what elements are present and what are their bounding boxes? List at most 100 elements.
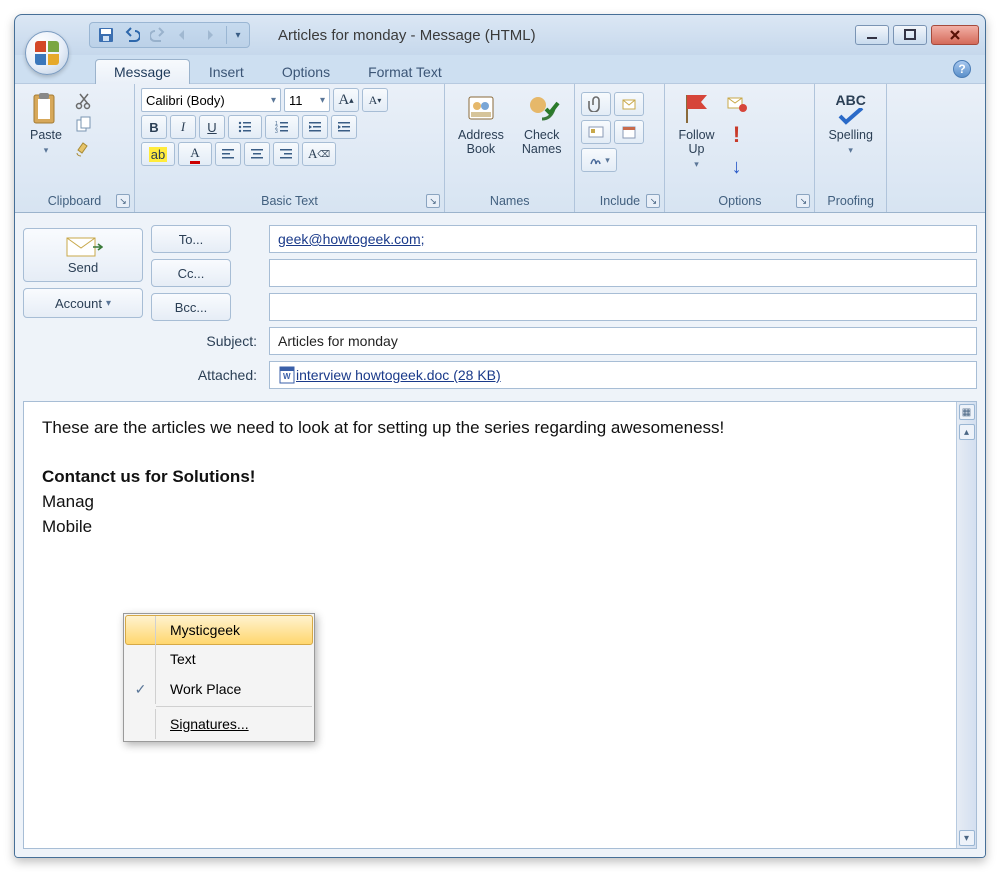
font-color-button[interactable]: A bbox=[178, 142, 212, 166]
signature-icon[interactable]: ▾ bbox=[581, 148, 617, 172]
next-icon[interactable] bbox=[198, 24, 222, 46]
envelope-icon bbox=[63, 236, 103, 258]
qat-customize-icon[interactable]: ▾ bbox=[231, 24, 245, 46]
shrink-font-icon[interactable]: A▾ bbox=[362, 88, 388, 112]
svg-text:3: 3 bbox=[275, 129, 278, 135]
cc-field[interactable] bbox=[269, 259, 977, 287]
spelling-label: Spelling bbox=[828, 129, 872, 143]
menu-item-work-place[interactable]: ✓ Work Place bbox=[126, 674, 312, 704]
close-button[interactable] bbox=[931, 25, 979, 45]
help-icon[interactable]: ? bbox=[953, 60, 971, 78]
attachment-link[interactable]: interview howtogeek.doc (28 KB) bbox=[296, 367, 501, 383]
menu-separator bbox=[156, 706, 312, 707]
high-importance-icon[interactable]: ! bbox=[726, 122, 748, 148]
vertical-scrollbar[interactable]: ▦ ▴ ▾ bbox=[956, 402, 976, 848]
menu-item-text[interactable]: Text bbox=[126, 644, 312, 674]
numbering-button[interactable]: 123 bbox=[265, 115, 299, 139]
decrease-indent-button[interactable] bbox=[302, 115, 328, 139]
calendar-icon[interactable] bbox=[614, 120, 644, 144]
outlook-message-window: ▾ Articles for monday - Message (HTML) M… bbox=[14, 14, 986, 858]
ruler-toggle-icon[interactable]: ▦ bbox=[959, 404, 975, 420]
group-names: Address Book Check Names Names bbox=[445, 84, 575, 212]
group-clipboard-label: Clipboard bbox=[21, 192, 128, 210]
scroll-up-icon[interactable]: ▴ bbox=[959, 424, 975, 440]
font-combo[interactable]: Calibri (Body)▾ bbox=[141, 88, 281, 112]
paste-label: Paste bbox=[30, 129, 62, 143]
compose-area: Send Account▾ To... geek@howtogeek.com; … bbox=[15, 213, 985, 857]
clear-formatting-button[interactable]: A⌫ bbox=[302, 142, 336, 166]
subject-label: Subject: bbox=[151, 333, 261, 349]
fontsize-combo[interactable]: 11▾ bbox=[284, 88, 330, 112]
bullets-button[interactable] bbox=[228, 115, 262, 139]
low-importance-icon[interactable]: ↓ bbox=[726, 156, 748, 179]
italic-button[interactable]: I bbox=[170, 115, 196, 139]
tab-message[interactable]: Message bbox=[95, 59, 190, 84]
cc-button[interactable]: Cc... bbox=[151, 259, 231, 287]
business-card-icon[interactable] bbox=[581, 120, 611, 144]
subject-field[interactable]: Articles for monday bbox=[269, 327, 977, 355]
increase-indent-button[interactable] bbox=[331, 115, 357, 139]
paste-button[interactable]: Paste ▾ bbox=[21, 88, 71, 159]
word-doc-icon: W bbox=[278, 366, 296, 384]
redo-icon[interactable] bbox=[146, 24, 170, 46]
bcc-field[interactable] bbox=[269, 293, 977, 321]
send-button[interactable]: Send bbox=[23, 228, 143, 282]
highlight-button[interactable]: ab bbox=[141, 142, 175, 166]
bold-button[interactable]: B bbox=[141, 115, 167, 139]
align-right-button[interactable] bbox=[273, 142, 299, 166]
basictext-dialog-launcher[interactable]: ↘ bbox=[426, 194, 440, 208]
tab-formattext[interactable]: Format Text bbox=[349, 59, 461, 84]
titlebar: ▾ Articles for monday - Message (HTML) bbox=[15, 15, 985, 55]
maximize-button[interactable] bbox=[893, 25, 927, 45]
follow-up-button[interactable]: Follow Up ▾ bbox=[671, 88, 721, 173]
attach-file-icon[interactable] bbox=[581, 92, 611, 116]
account-button[interactable]: Account▾ bbox=[23, 288, 143, 318]
to-button[interactable]: To... bbox=[151, 225, 231, 253]
bcc-button[interactable]: Bcc... bbox=[151, 293, 231, 321]
attach-item-icon[interactable] bbox=[614, 92, 644, 116]
underline-button[interactable]: U bbox=[199, 115, 225, 139]
window-title: Articles for monday - Message (HTML) bbox=[278, 27, 536, 44]
minimize-button[interactable] bbox=[855, 25, 889, 45]
menu-blank-icon bbox=[126, 616, 156, 644]
tab-insert[interactable]: Insert bbox=[190, 59, 263, 84]
menu-blank-icon bbox=[126, 644, 156, 674]
options-dialog-launcher[interactable]: ↘ bbox=[796, 194, 810, 208]
previous-icon[interactable] bbox=[172, 24, 196, 46]
clipboard-dialog-launcher[interactable]: ↘ bbox=[116, 194, 130, 208]
check-names-label: Check Names bbox=[522, 129, 562, 157]
undo-icon[interactable] bbox=[120, 24, 144, 46]
format-painter-icon[interactable] bbox=[75, 140, 95, 158]
spelling-icon: ABC bbox=[833, 91, 869, 127]
address-book-button[interactable]: Address Book bbox=[451, 88, 511, 160]
align-left-button[interactable] bbox=[215, 142, 241, 166]
tab-options[interactable]: Options bbox=[263, 59, 349, 84]
body-line4: Mobile bbox=[42, 515, 938, 540]
align-center-button[interactable] bbox=[244, 142, 270, 166]
copy-icon[interactable] bbox=[75, 116, 95, 134]
checkmark-icon: ✓ bbox=[126, 674, 156, 704]
scroll-down-icon[interactable]: ▾ bbox=[959, 830, 975, 846]
check-names-button[interactable]: Check Names bbox=[515, 88, 569, 160]
save-icon[interactable] bbox=[94, 24, 118, 46]
to-field[interactable]: geek@howtogeek.com; bbox=[269, 225, 977, 253]
group-include: ▾ Include ↘ bbox=[575, 84, 665, 212]
group-options: Follow Up ▾ ! ↓ Options ↘ bbox=[665, 84, 815, 212]
grow-font-icon[interactable]: A▴ bbox=[333, 88, 359, 112]
group-clipboard: Paste ▾ Clipboard ↘ bbox=[15, 84, 135, 212]
check-names-icon bbox=[524, 91, 560, 127]
group-proofing: ABC Spelling ▾ Proofing bbox=[815, 84, 886, 212]
spelling-button[interactable]: ABC Spelling ▾ bbox=[821, 88, 879, 159]
menu-item-signatures[interactable]: Signatures... bbox=[126, 709, 312, 739]
send-label: Send bbox=[68, 260, 98, 275]
quick-access-toolbar: ▾ bbox=[89, 22, 250, 48]
include-dialog-launcher[interactable]: ↘ bbox=[646, 194, 660, 208]
cut-icon[interactable] bbox=[75, 92, 95, 110]
clipboard-icon bbox=[28, 91, 64, 127]
attached-field[interactable]: W interview howtogeek.doc (28 KB) bbox=[269, 361, 977, 389]
ribbon-tabs: Message Insert Options Format Text ? bbox=[15, 55, 985, 83]
menu-item-mysticgeek[interactable]: Mysticgeek bbox=[125, 615, 313, 645]
flag-icon bbox=[679, 91, 715, 127]
group-options-label: Options bbox=[671, 192, 808, 210]
permission-icon[interactable] bbox=[726, 94, 748, 114]
